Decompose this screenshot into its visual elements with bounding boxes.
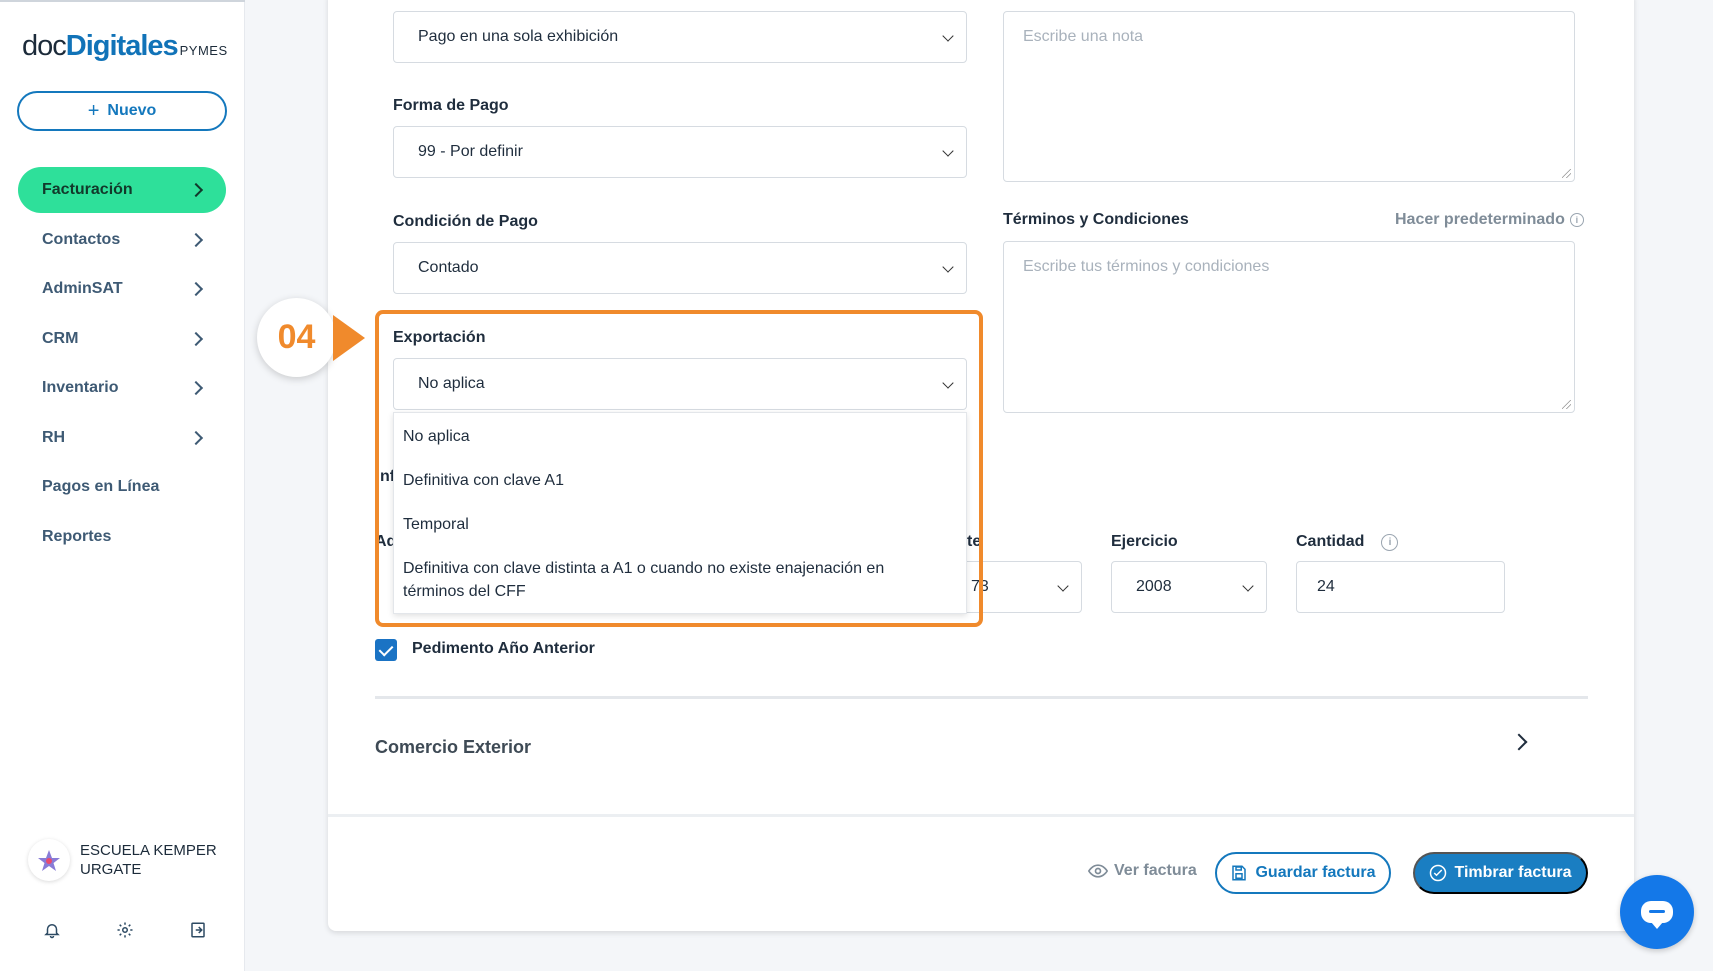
chevron-right-icon xyxy=(188,430,204,445)
sidebar-item-rh[interactable]: RH xyxy=(18,415,226,461)
sidebar: docDigitales PYMES + Nuevo Facturación Co… xyxy=(0,0,245,971)
chevron-down-icon xyxy=(942,261,954,273)
ejercicio-label: Ejercicio xyxy=(1111,533,1178,550)
sidebar-item-adminsat[interactable]: AdminSAT xyxy=(18,266,226,312)
gear-icon[interactable] xyxy=(113,918,137,942)
metodo-pago-select[interactable]: Pago en una sola exhibición xyxy=(393,11,967,63)
school-logo-icon xyxy=(38,850,60,871)
chevron-down-icon xyxy=(1057,580,1069,592)
sidebar-item-reportes[interactable]: Reportes xyxy=(18,514,226,560)
sidebar-item-contactos[interactable]: Contactos xyxy=(18,217,226,263)
info-icon: i xyxy=(1569,213,1584,227)
timbrar-factura-button[interactable]: Timbrar factura xyxy=(1413,852,1588,894)
new-button[interactable]: + Nuevo xyxy=(17,91,227,131)
check-circle-icon xyxy=(1430,864,1447,882)
info-icon[interactable]: i xyxy=(1381,533,1399,551)
chevron-right-icon xyxy=(188,380,204,396)
exportacion-dropdown: No aplica Definitiva con clave A1 Tempor… xyxy=(393,412,967,614)
resize-handle-icon[interactable] xyxy=(1562,400,1571,409)
chevron-right-icon xyxy=(188,232,204,247)
partial-label: Ad xyxy=(375,533,394,550)
condicion-pago-label: Condición de Pago xyxy=(393,213,538,230)
ejercicio-select[interactable]: 2008 xyxy=(1111,561,1267,613)
condicion-pago-select[interactable]: Contado xyxy=(393,242,967,294)
chat-widget-button[interactable] xyxy=(1620,875,1694,949)
partial-select[interactable]: 73 xyxy=(960,561,1082,613)
chevron-down-icon xyxy=(1242,580,1254,592)
resize-handle-icon[interactable] xyxy=(1562,169,1571,178)
sidebar-top-line xyxy=(0,0,245,2)
logout-icon[interactable] xyxy=(186,918,210,942)
chevron-right-icon xyxy=(188,182,204,198)
footer-divider xyxy=(328,814,1634,817)
forma-pago-select[interactable]: 99 - Por definir xyxy=(393,126,967,178)
sidebar-item-crm[interactable]: CRM xyxy=(18,316,226,362)
chevron-right-icon xyxy=(188,331,204,346)
sidebar-nav: Facturación Contactos AdminSAT CRM Inven… xyxy=(18,167,226,563)
terminos-label: Términos y Condiciones xyxy=(1003,211,1189,228)
chevron-down-icon xyxy=(942,145,954,157)
eye-icon xyxy=(1088,864,1108,878)
avatar xyxy=(28,839,70,881)
pedimento-anterior-checkbox[interactable] xyxy=(375,639,397,661)
chat-icon xyxy=(1641,901,1673,929)
exportacion-select[interactable]: No aplica xyxy=(393,358,967,410)
forma-pago-label: Forma de Pago xyxy=(393,97,509,114)
hacer-predeterminado-link[interactable]: Hacer predeterminado i xyxy=(1395,211,1584,229)
step-arrow-icon xyxy=(333,315,365,361)
cantidad-label: Cantidad i xyxy=(1296,533,1399,551)
guardar-factura-button[interactable]: Guardar factura xyxy=(1215,852,1391,894)
terminos-textarea[interactable]: Escribe tus términos y condiciones xyxy=(1003,241,1575,413)
sidebar-item-pagos-en-linea[interactable]: Pagos en Línea xyxy=(18,464,226,510)
section-divider xyxy=(375,696,1588,699)
comercio-exterior-section[interactable]: Comercio Exterior xyxy=(375,737,531,758)
ver-factura-link[interactable]: Ver factura xyxy=(1088,862,1197,880)
cantidad-input[interactable]: 24 xyxy=(1296,561,1505,613)
dropdown-option-definitiva-a1[interactable]: Definitiva con clave A1 xyxy=(403,469,564,492)
partial-label: nf xyxy=(380,468,394,485)
step-badge: 04 xyxy=(257,298,336,377)
bell-icon[interactable] xyxy=(40,918,64,942)
plus-icon: + xyxy=(87,100,100,122)
exportacion-label: Exportación xyxy=(393,329,486,346)
dropdown-option-temporal[interactable]: Temporal xyxy=(403,513,469,536)
sidebar-item-inventario[interactable]: Inventario xyxy=(18,365,226,411)
partial-label: te xyxy=(967,533,982,550)
chevron-down-icon xyxy=(942,30,954,42)
sidebar-item-facturacion[interactable]: Facturación xyxy=(18,167,226,213)
chevron-down-icon xyxy=(942,377,954,389)
nota-textarea[interactable]: Escribe una nota xyxy=(1003,11,1575,182)
app-logo[interactable]: docDigitales PYMES xyxy=(22,30,228,63)
dropdown-option-no-aplica[interactable]: No aplica xyxy=(403,425,470,448)
sidebar-footer-icons xyxy=(40,918,210,942)
save-icon xyxy=(1232,865,1247,881)
dropdown-option-definitiva-distinta[interactable]: Definitiva con clave distinta a A1 o cua… xyxy=(403,557,923,603)
chevron-right-icon xyxy=(188,281,204,297)
user-profile[interactable]: ESCUELA KEMPER URGATE xyxy=(28,839,230,881)
pedimento-anterior-label: Pedimento Año Anterior xyxy=(412,640,595,657)
